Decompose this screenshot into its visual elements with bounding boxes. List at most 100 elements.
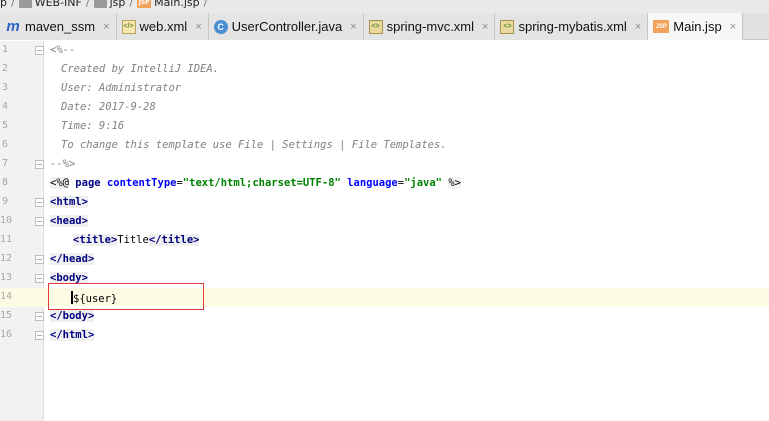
code-line[interactable]: 7 − --%> — [0, 155, 769, 174]
tab-main-jsp[interactable]: JSP Main.jsp × — [648, 13, 744, 40]
expression-text: ${user} — [73, 293, 118, 305]
breadcrumb-label: WEB-INF — [34, 0, 82, 9]
tag-name: head — [56, 215, 82, 227]
tag-name: title — [161, 234, 194, 246]
code-line[interactable]: 6 To change this template use File | Set… — [0, 136, 769, 155]
folder-icon — [18, 0, 32, 8]
breadcrumb-item-web-inf[interactable]: WEB-INF — [18, 0, 82, 9]
fold-collapse-icon[interactable]: − — [35, 198, 44, 207]
line-number: 16 — [0, 329, 13, 340]
tag-name: title — [79, 234, 111, 246]
line-number: 13 — [0, 272, 13, 283]
breadcrumb-item-project[interactable]: p — [0, 0, 7, 9]
fold-collapse-icon[interactable]: − — [35, 274, 44, 283]
comment-open: <%-- — [50, 44, 76, 56]
head-close-tag: </head> — [50, 253, 95, 265]
tab-label: UserController.java — [231, 19, 343, 34]
fold-end-icon[interactable]: − — [35, 312, 44, 321]
close-icon[interactable]: × — [195, 21, 201, 33]
tag-name: /head — [56, 253, 88, 265]
close-icon[interactable]: × — [730, 21, 736, 33]
code-line[interactable]: 13 − <body> — [0, 269, 769, 288]
directive-attribute: contentType — [106, 177, 177, 189]
breadcrumb-item-jsp[interactable]: jsp — [93, 0, 126, 9]
tab-spring-mvc-xml[interactable]: <> spring-mvc.xml × — [363, 13, 496, 40]
breadcrumb-label: jsp — [109, 0, 126, 9]
spring-xml-icon: <> — [368, 19, 383, 34]
tab-label: maven_ssm — [25, 19, 96, 34]
code-line[interactable]: 5 Time: 9:16 — [0, 117, 769, 136]
tab-spring-mybatis-xml[interactable]: <> spring-mybatis.xml × — [495, 13, 649, 40]
line-number: 11 — [0, 234, 13, 245]
line-number: 1 — [1, 44, 8, 55]
jsp-file-icon: JSP — [653, 20, 670, 33]
breadcrumb-item-main-jsp[interactable]: JSP Main.jsp — [137, 0, 200, 9]
tab-label: spring-mvc.xml — [386, 19, 475, 34]
code-line[interactable]: 16 − </html> — [0, 326, 769, 345]
line-number: 7 — [1, 158, 8, 169]
current-code-line[interactable]: 14 ${user} — [0, 288, 769, 307]
code-line[interactable]: 2 Created by IntelliJ IDEA. — [0, 60, 769, 79]
breadcrumb: p / WEB-INF / jsp / JSP Main.jsp / — [0, 0, 769, 13]
body-close-tag: </body> — [50, 310, 95, 322]
code-editor[interactable]: 1 − <%-- 2 Created by IntelliJ IDEA. 3 U… — [0, 41, 769, 421]
tag-name: /html — [56, 329, 88, 341]
comment-close: --%> — [50, 158, 76, 170]
fold-collapse-icon[interactable]: − — [35, 46, 44, 55]
fold-end-icon[interactable]: − — [35, 255, 44, 264]
breadcrumb-label: p — [0, 0, 7, 9]
tag-name: body — [56, 272, 82, 284]
directive-value: "java" — [404, 177, 443, 189]
line-number: 6 — [1, 139, 8, 150]
java-class-icon: C — [213, 19, 228, 34]
tag-name: html — [56, 196, 82, 208]
comment-text: User: Administrator — [61, 82, 182, 94]
code-line[interactable]: 8 <%@ page contentType="text/html;charse… — [0, 174, 769, 193]
comment-text: Time: 9:16 — [61, 120, 125, 132]
code-line[interactable]: 10 − <head> — [0, 212, 769, 231]
code-line[interactable]: 3 User: Administrator — [0, 79, 769, 98]
close-icon[interactable]: × — [103, 21, 109, 33]
code-line[interactable]: 1 − <%-- — [0, 41, 769, 60]
code-line[interactable]: 12 − </head> — [0, 250, 769, 269]
line-number: 12 — [0, 253, 13, 264]
close-icon[interactable]: × — [482, 21, 488, 33]
tab-maven-ssm[interactable]: m maven_ssm × — [0, 13, 117, 40]
directive-attribute: language — [347, 177, 398, 189]
tab-user-controller-java[interactable]: C UserController.java × — [208, 13, 364, 40]
code-line[interactable]: 15 − </body> — [0, 307, 769, 326]
close-icon[interactable]: × — [350, 21, 356, 33]
code-line[interactable]: 4 Date: 2017-9-28 — [0, 98, 769, 117]
breadcrumb-separator: / — [85, 0, 90, 9]
fold-collapse-icon[interactable]: − — [35, 217, 44, 226]
breadcrumb-separator: / — [203, 0, 208, 9]
jsp-file-icon: JSP — [137, 0, 152, 8]
page-directive: <%@ page contentType="text/html;charset=… — [50, 177, 461, 189]
breadcrumb-label: Main.jsp — [154, 0, 200, 9]
code-line[interactable]: 9 − <html> — [0, 193, 769, 212]
xml-file-icon: </> — [121, 19, 136, 34]
title-element: <title>Title</title> — [73, 234, 200, 246]
editor-tab-bar: m maven_ssm × </> web.xml × C UserContro… — [0, 13, 769, 40]
tab-label: spring-mybatis.xml — [518, 19, 627, 34]
folder-icon — [93, 0, 107, 8]
fold-end-icon[interactable]: − — [35, 160, 44, 169]
fold-end-icon[interactable]: − — [35, 331, 44, 340]
line-number: 3 — [1, 82, 8, 93]
comment-text: To change this template use File | Setti… — [61, 139, 447, 151]
comment-text: Date: 2017-9-28 — [61, 101, 156, 113]
code-line[interactable]: 11 <title>Title</title> — [0, 231, 769, 250]
tab-label: Main.jsp — [673, 19, 722, 34]
el-expression: ${user} — [71, 291, 117, 305]
title-text: Title — [117, 234, 149, 246]
directive-keyword: page — [75, 177, 101, 189]
tab-web-xml[interactable]: </> web.xml × — [116, 13, 209, 40]
directive-open: <%@ — [50, 177, 69, 189]
close-icon[interactable]: × — [635, 21, 641, 33]
body-open-tag: <body> — [50, 272, 88, 284]
line-number: 15 — [0, 310, 13, 321]
breadcrumb-separator: / — [10, 0, 15, 9]
line-number: 4 — [1, 101, 8, 112]
directive-value: "text/html;charset=UTF-8" — [182, 177, 341, 189]
line-number: 9 — [1, 196, 8, 207]
